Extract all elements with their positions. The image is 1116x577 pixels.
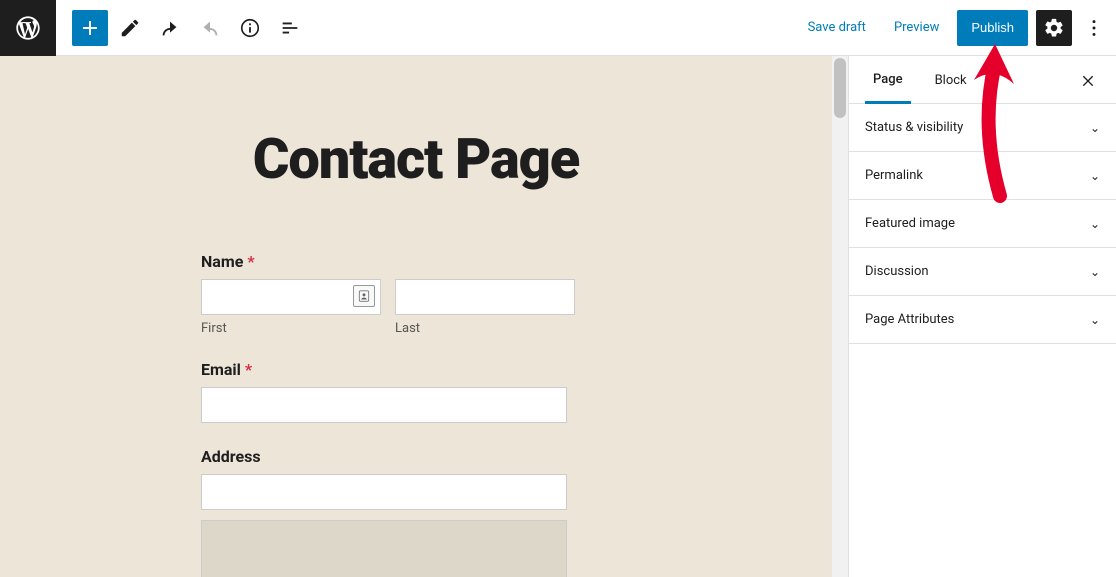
tab-block[interactable]: Block — [927, 57, 975, 102]
name-label: Name * — [201, 252, 631, 271]
save-draft-link[interactable]: Save draft — [798, 12, 876, 43]
last-name-input[interactable] — [395, 279, 575, 315]
undo-button[interactable] — [152, 10, 188, 46]
autofill-contact-icon[interactable] — [353, 285, 375, 307]
address-label: Address — [201, 447, 631, 466]
editor-canvas[interactable]: Contact Page Name * First — [0, 56, 848, 577]
chevron-down-icon: ⌄ — [1090, 121, 1100, 135]
block-inserter-button[interactable] — [72, 10, 108, 46]
last-sublabel: Last — [395, 321, 575, 336]
outline-button[interactable] — [272, 10, 308, 46]
editor-top-toolbar: Save draft Preview Publish — [0, 0, 1116, 56]
details-button[interactable] — [232, 10, 268, 46]
chevron-down-icon: ⌄ — [1090, 265, 1100, 279]
toolbar-right-group: Save draft Preview Publish — [798, 10, 1116, 46]
settings-sidebar: Page Block Status & visibility⌄ Permalin… — [848, 56, 1116, 577]
chevron-down-icon: ⌄ — [1090, 313, 1100, 327]
sidebar-tabs: Page Block — [849, 56, 1116, 104]
address-line1-input[interactable] — [201, 474, 567, 510]
page-title[interactable]: Contact Page — [91, 96, 741, 252]
toolbar-left-group — [56, 10, 308, 46]
redo-button[interactable] — [192, 10, 228, 46]
more-options-button[interactable] — [1080, 10, 1108, 46]
scrollbar-thumb[interactable] — [834, 58, 846, 118]
email-label: Email * — [201, 360, 631, 379]
panel-status-visibility[interactable]: Status & visibility⌄ — [849, 104, 1116, 151]
panel-discussion[interactable]: Discussion⌄ — [849, 248, 1116, 295]
email-input[interactable] — [201, 387, 567, 423]
panel-page-attributes[interactable]: Page Attributes⌄ — [849, 296, 1116, 343]
chevron-down-icon: ⌄ — [1090, 169, 1100, 183]
first-sublabel: First — [201, 321, 381, 336]
preview-link[interactable]: Preview — [884, 12, 949, 43]
panel-featured-image[interactable]: Featured image⌄ — [849, 200, 1116, 247]
settings-button[interactable] — [1036, 10, 1072, 46]
scrollbar-track[interactable] — [832, 56, 848, 577]
chevron-down-icon: ⌄ — [1090, 217, 1100, 231]
close-sidebar-button[interactable] — [1076, 68, 1100, 92]
address-line2-box[interactable] — [201, 520, 567, 577]
panel-permalink[interactable]: Permalink⌄ — [849, 152, 1116, 199]
publish-button[interactable]: Publish — [957, 10, 1028, 46]
tab-page[interactable]: Page — [865, 56, 911, 104]
wp-logo[interactable] — [0, 0, 56, 56]
edit-mode-button[interactable] — [112, 10, 148, 46]
contact-form-block: Name * First — [91, 252, 741, 577]
